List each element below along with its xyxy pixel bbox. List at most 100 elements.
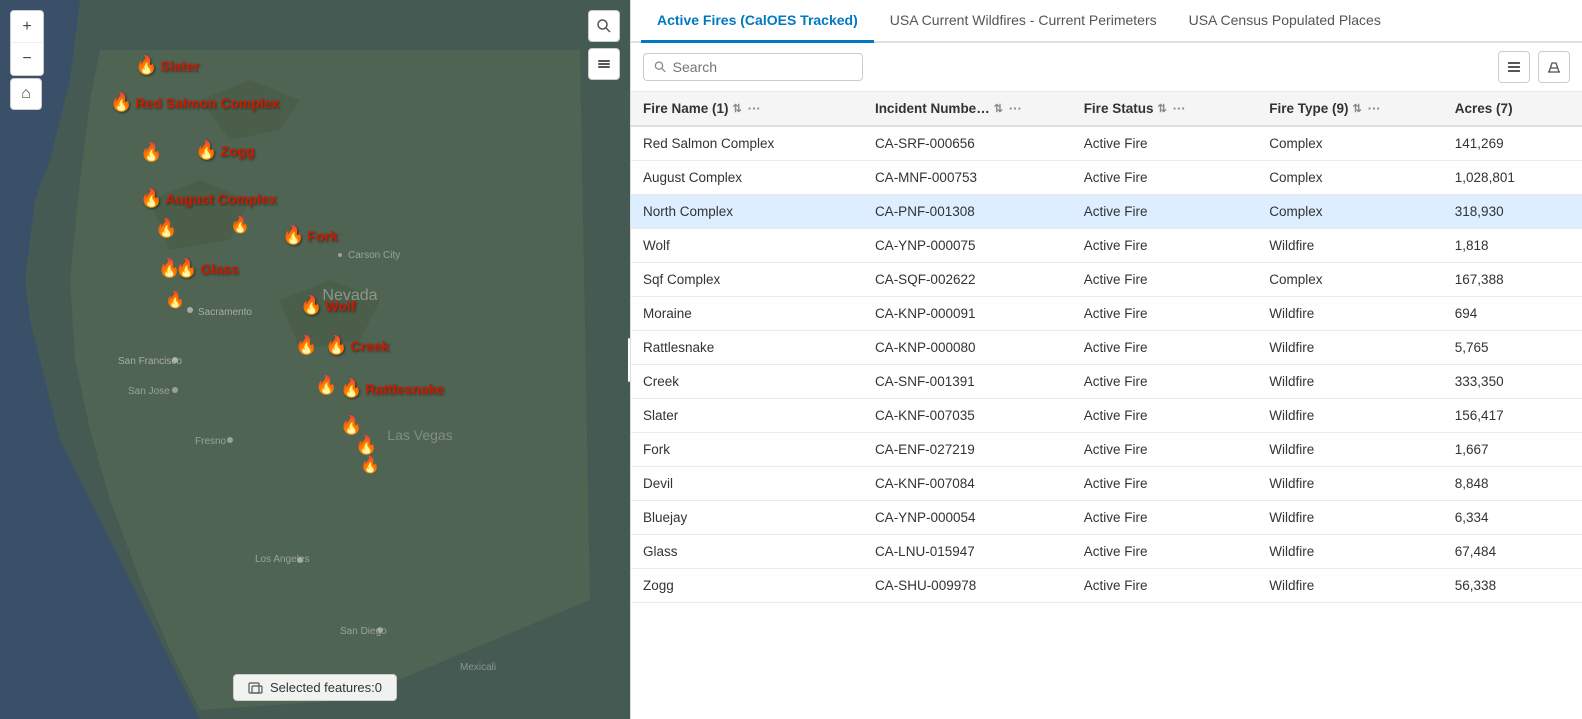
list-view-icon <box>1506 59 1522 75</box>
cell-fire-name: Rattlesnake <box>631 331 863 365</box>
table-row[interactable]: August Complex CA-MNF-000753 Active Fire… <box>631 161 1582 195</box>
sort-icon-incident: ⇅ <box>994 102 1003 115</box>
svg-text:Nevada: Nevada <box>322 287 377 304</box>
collapse-panel-button[interactable]: ‹ <box>628 338 630 382</box>
layers-button[interactable] <box>588 48 620 80</box>
col-header-acres[interactable]: Acres (7) <box>1443 92 1582 126</box>
col-header-fire-name[interactable]: Fire Name (1) ⇅ ··· <box>631 92 863 126</box>
cell-incident: CA-KNF-007084 <box>863 467 1072 501</box>
tab-active-fires[interactable]: Active Fires (CalOES Tracked) <box>641 0 874 43</box>
cell-incident: CA-LNU-015947 <box>863 535 1072 569</box>
cell-type: Complex <box>1257 263 1443 297</box>
cell-status: Active Fire <box>1072 501 1258 535</box>
clear-button[interactable] <box>1538 51 1570 83</box>
svg-text:San Jose: San Jose <box>128 386 170 397</box>
cell-type: Complex <box>1257 126 1443 161</box>
cell-fire-name: August Complex <box>631 161 863 195</box>
search-map-button[interactable] <box>588 10 620 42</box>
cell-type: Wildfire <box>1257 467 1443 501</box>
sort-icon-status: ⇅ <box>1157 102 1166 115</box>
cell-incident: CA-YNP-000054 <box>863 501 1072 535</box>
cell-acres: 8,848 <box>1443 467 1582 501</box>
fire-icon-extra-6: 🔥 <box>295 335 317 356</box>
cell-status: Active Fire <box>1072 263 1258 297</box>
table-row[interactable]: Slater CA-KNF-007035 Active Fire Wildfir… <box>631 399 1582 433</box>
cell-status: Active Fire <box>1072 399 1258 433</box>
table-row[interactable]: Glass CA-LNU-015947 Active Fire Wildfire… <box>631 535 1582 569</box>
cell-type: Wildfire <box>1257 297 1443 331</box>
zoom-controls[interactable]: + − <box>10 10 44 76</box>
table-row[interactable]: Red Salmon Complex CA-SRF-000656 Active … <box>631 126 1582 161</box>
table-row[interactable]: North Complex CA-PNF-001308 Active Fire … <box>631 195 1582 229</box>
fire-icon-extra-5: 🔥 <box>230 215 250 235</box>
cell-incident: CA-YNP-000075 <box>863 229 1072 263</box>
map-panel: Nevada Las Vegas Sacramento San Francisc… <box>0 0 630 719</box>
table-header: Fire Name (1) ⇅ ··· Incident Numbe… ⇅ ··… <box>631 92 1582 126</box>
cell-status: Active Fire <box>1072 331 1258 365</box>
cell-fire-name: Slater <box>631 399 863 433</box>
map-toolbar-left: + − ⌂ <box>10 10 44 110</box>
table-row[interactable]: Sqf Complex CA-SQF-002622 Active Fire Co… <box>631 263 1582 297</box>
cell-acres: 333,350 <box>1443 365 1582 399</box>
cell-status: Active Fire <box>1072 569 1258 603</box>
cell-acres: 1,667 <box>1443 433 1582 467</box>
selected-features-text: Selected features:0 <box>270 680 382 695</box>
table-container[interactable]: Fire Name (1) ⇅ ··· Incident Numbe… ⇅ ··… <box>631 92 1582 719</box>
cell-incident: CA-ENF-027219 <box>863 433 1072 467</box>
home-button[interactable]: ⌂ <box>10 78 42 110</box>
selected-features-badge: Selected features:0 <box>233 674 397 701</box>
more-icon-type[interactable]: ··· <box>1368 101 1381 116</box>
cell-incident: CA-PNF-001308 <box>863 195 1072 229</box>
more-icon-incident[interactable]: ··· <box>1009 101 1022 116</box>
cell-acres: 67,484 <box>1443 535 1582 569</box>
zoom-in-button[interactable]: + <box>11 11 43 43</box>
cell-incident: CA-SHU-009978 <box>863 569 1072 603</box>
svg-text:Los Angeles: Los Angeles <box>255 554 310 565</box>
cell-status: Active Fire <box>1072 467 1258 501</box>
table-row[interactable]: Devil CA-KNF-007084 Active Fire Wildfire… <box>631 467 1582 501</box>
cell-incident: CA-KNF-007035 <box>863 399 1072 433</box>
cell-status: Active Fire <box>1072 195 1258 229</box>
search-map-icon <box>596 18 612 34</box>
table-row[interactable]: Zogg CA-SHU-009978 Active Fire Wildfire … <box>631 569 1582 603</box>
zoom-out-button[interactable]: − <box>11 43 43 75</box>
fire-icon-extra-1: 🔥 <box>140 142 162 163</box>
map-background: Nevada Las Vegas Sacramento San Francisc… <box>0 0 630 719</box>
fire-icon-extra-4: 🔥 <box>165 290 185 310</box>
col-header-incident[interactable]: Incident Numbe… ⇅ ··· <box>863 92 1072 126</box>
col-header-type[interactable]: Fire Type (9) ⇅ ··· <box>1257 92 1443 126</box>
cell-acres: 5,765 <box>1443 331 1582 365</box>
more-icon-fire-name[interactable]: ··· <box>748 101 761 116</box>
cell-type: Wildfire <box>1257 535 1443 569</box>
cell-type: Wildfire <box>1257 433 1443 467</box>
map-toolbar-right <box>588 10 620 80</box>
cell-incident: CA-MNF-000753 <box>863 161 1072 195</box>
list-view-button[interactable] <box>1498 51 1530 83</box>
cell-acres: 694 <box>1443 297 1582 331</box>
table-row[interactable]: Moraine CA-KNP-000091 Active Fire Wildfi… <box>631 297 1582 331</box>
cell-type: Wildfire <box>1257 569 1443 603</box>
search-box[interactable] <box>643 53 863 81</box>
cell-status: Active Fire <box>1072 297 1258 331</box>
tabs-bar: Active Fires (CalOES Tracked) USA Curren… <box>631 0 1582 43</box>
sort-icon-fire-name: ⇅ <box>733 102 742 115</box>
cell-fire-name: Red Salmon Complex <box>631 126 863 161</box>
table-row[interactable]: Wolf CA-YNP-000075 Active Fire Wildfire … <box>631 229 1582 263</box>
cell-incident: CA-SRF-000656 <box>863 126 1072 161</box>
cell-acres: 141,269 <box>1443 126 1582 161</box>
tab-usa-census[interactable]: USA Census Populated Places <box>1173 0 1397 43</box>
col-header-status[interactable]: Fire Status ⇅ ··· <box>1072 92 1258 126</box>
tab-usa-wildfires[interactable]: USA Current Wildfires - Current Perimete… <box>874 0 1173 43</box>
cell-type: Wildfire <box>1257 331 1443 365</box>
table-row[interactable]: Bluejay CA-YNP-000054 Active Fire Wildfi… <box>631 501 1582 535</box>
table-row[interactable]: Rattlesnake CA-KNP-000080 Active Fire Wi… <box>631 331 1582 365</box>
more-icon-status[interactable]: ··· <box>1173 101 1186 116</box>
search-input[interactable] <box>673 59 852 75</box>
table-row[interactable]: Creek CA-SNF-001391 Active Fire Wildfire… <box>631 365 1582 399</box>
fire-icon-extra-7: 🔥 <box>315 375 337 396</box>
cell-type: Complex <box>1257 195 1443 229</box>
table-row[interactable]: Fork CA-ENF-027219 Active Fire Wildfire … <box>631 433 1582 467</box>
cell-status: Active Fire <box>1072 229 1258 263</box>
cell-fire-name: Glass <box>631 535 863 569</box>
svg-text:San Francisco: San Francisco <box>118 356 182 367</box>
